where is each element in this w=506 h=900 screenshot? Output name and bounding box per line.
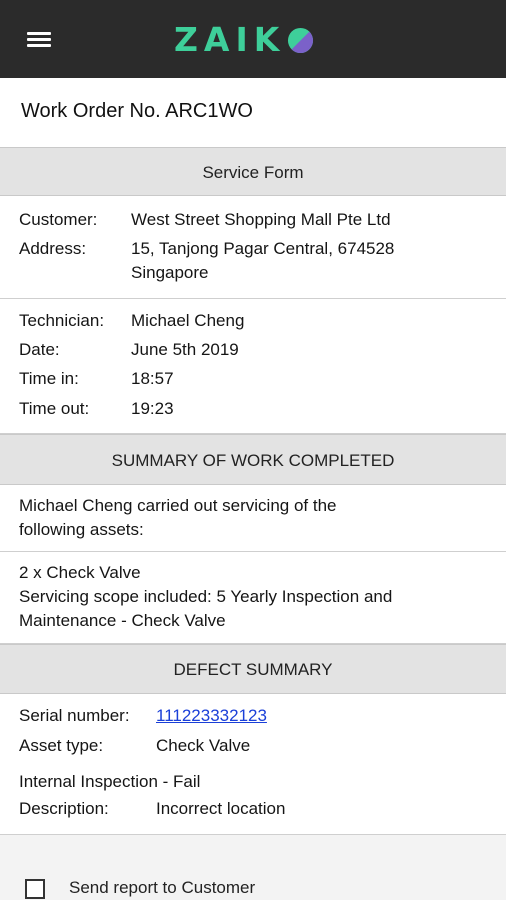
inspection-result: Internal Inspection - Fail: [19, 772, 201, 791]
time-in-label: Time in:: [19, 369, 79, 388]
summary-header: SUMMARY OF WORK COMPLETED: [0, 434, 506, 485]
logo-circle-icon: [288, 27, 314, 53]
summary-intro-line2: following assets:: [19, 520, 144, 539]
app-bar: ZAIK: [0, 0, 506, 78]
asset-type-label: Asset type:: [19, 736, 104, 755]
technician-value: Michael Cheng: [131, 311, 245, 330]
asset-type-value: Check Valve: [156, 736, 251, 755]
zaiko-logo: ZAIK: [174, 22, 314, 58]
work-order-title-row: Work Order No. ARC1WO: [0, 78, 506, 148]
time-in-value: 18:57: [131, 369, 174, 388]
asset-line2: Servicing scope included: 5 Yearly Inspe…: [19, 587, 393, 606]
technician-block: Technician: Michael Cheng Date: June 5th…: [0, 299, 506, 434]
send-report-footer: Send report to Customer: [0, 834, 506, 900]
serial-number-label: Serial number:: [19, 706, 130, 725]
address-line1: 15, Tanjong Pagar Central, 674528: [131, 239, 395, 258]
serial-number-link[interactable]: 111223332123: [156, 704, 267, 728]
send-report-checkbox[interactable]: [25, 879, 45, 899]
send-report-label[interactable]: Send report to Customer: [69, 878, 255, 898]
description-value: Incorrect location: [156, 799, 286, 818]
page-title: Work Order No. ARC1WO: [21, 100, 253, 122]
address-label: Address:: [19, 239, 87, 258]
asset-line1: 2 x Check Valve: [19, 563, 141, 582]
customer-label: Customer:: [19, 210, 98, 229]
address-line2: Singapore: [131, 263, 209, 282]
customer-block: Customer: West Street Shopping Mall Pte …: [0, 196, 506, 299]
summary-intro-block: Michael Cheng carried out servicing of t…: [0, 485, 506, 552]
asset-line3: Maintenance - Check Valve: [19, 611, 226, 630]
time-out-label: Time out:: [19, 399, 90, 418]
technician-label: Technician:: [19, 311, 105, 330]
service-form-header: Service Form: [0, 147, 506, 196]
customer-value: West Street Shopping Mall Pte Ltd: [131, 210, 391, 229]
logo-text: ZAIK: [174, 20, 286, 59]
asset-block: 2 x Check Valve Servicing scope included…: [0, 552, 506, 644]
time-out-value: 19:23: [131, 399, 174, 418]
defect-summary-header: DEFECT SUMMARY: [0, 644, 506, 694]
defect-block: Serial number: 111223332123 Asset type: …: [0, 694, 506, 834]
hamburger-menu-icon[interactable]: [27, 29, 52, 49]
date-label: Date:: [19, 340, 60, 359]
date-value: June 5th 2019: [131, 340, 239, 359]
summary-intro-line1: Michael Cheng carried out servicing of t…: [19, 496, 337, 515]
description-label: Description:: [19, 799, 109, 818]
